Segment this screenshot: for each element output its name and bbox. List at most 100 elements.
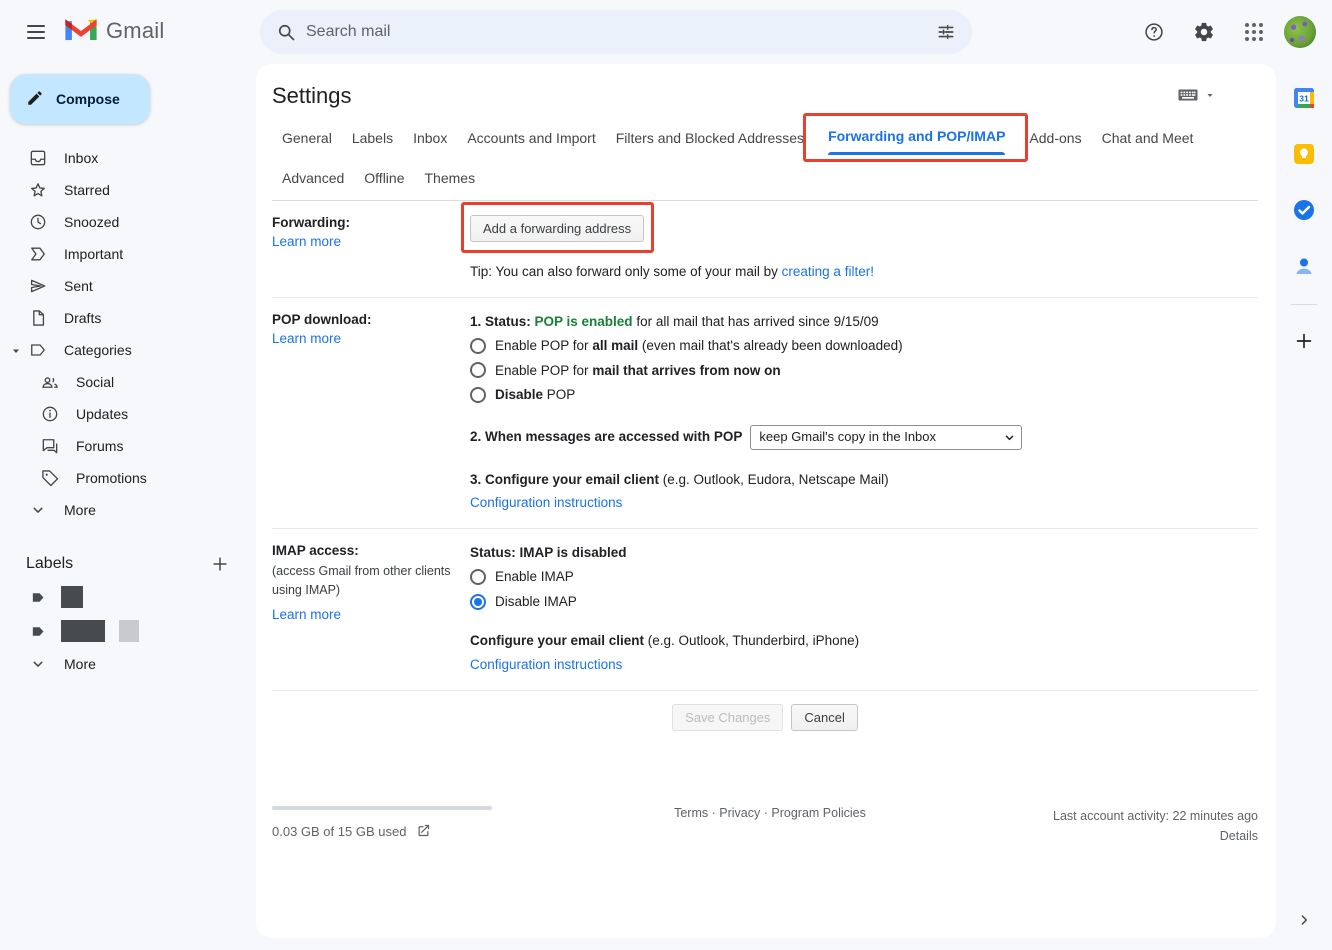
- tab-chat-and-meet[interactable]: Chat and Meet: [1092, 124, 1204, 152]
- radio-button-unselected[interactable]: [470, 338, 486, 354]
- storage-meter: [272, 806, 492, 810]
- sidebar-item-updates[interactable]: Updates: [0, 398, 256, 430]
- cancel-button[interactable]: Cancel: [791, 704, 857, 731]
- tab-offline[interactable]: Offline: [354, 164, 414, 192]
- tab-general[interactable]: General: [272, 124, 342, 152]
- radio-button-selected[interactable]: [470, 594, 486, 610]
- radio-disable-pop[interactable]: Disable POP: [470, 385, 1258, 405]
- redacted-label-name: [61, 586, 83, 608]
- pop-when-accessed-row: 2. When messages are accessed with POPke…: [470, 425, 1258, 450]
- compose-button[interactable]: Compose: [10, 74, 150, 124]
- active-tab-underline: [828, 152, 1005, 155]
- pop-learn-more-link[interactable]: Learn more: [272, 331, 341, 346]
- forwarding-learn-more-link[interactable]: Learn more: [272, 234, 341, 249]
- google-tasks-icon: [1292, 198, 1316, 225]
- get-add-ons-button[interactable]: [1283, 321, 1325, 363]
- sidebar-item-sent[interactable]: Sent: [0, 270, 256, 302]
- keep-panel-button[interactable]: [1283, 134, 1325, 176]
- save-changes-button[interactable]: Save Changes: [672, 704, 783, 731]
- sidebar-item-starred[interactable]: Starred: [0, 174, 256, 206]
- star-icon: [28, 180, 48, 200]
- sidebar-item-promotions[interactable]: Promotions: [0, 462, 256, 494]
- account-avatar[interactable]: [1284, 16, 1316, 48]
- tab-filters-and-blocked-addresses[interactable]: Filters and Blocked Addresses: [606, 124, 814, 152]
- hamburger-icon: [27, 25, 45, 27]
- imap-configuration-instructions-link[interactable]: Configuration instructions: [470, 655, 622, 675]
- top-actions: [1134, 12, 1316, 52]
- add-forwarding-address-button[interactable]: Add a forwarding address: [470, 215, 644, 242]
- label-item-redacted-2[interactable]: [0, 614, 256, 648]
- imap-learn-more-link[interactable]: Learn more: [272, 607, 341, 622]
- pop-action-select[interactable]: keep Gmail's copy in the Inbox: [750, 425, 1022, 450]
- show-side-panel-button[interactable]: [1289, 906, 1319, 936]
- sidebar-item-forums[interactable]: Forums: [0, 430, 256, 462]
- radio-button-unselected[interactable]: [470, 362, 486, 378]
- open-in-new-icon[interactable]: [416, 823, 431, 841]
- label-tag-icon: [30, 589, 47, 606]
- program-policies-link[interactable]: Program Policies: [771, 806, 865, 820]
- create-label-button[interactable]: [208, 552, 232, 576]
- radio-button-unselected[interactable]: [470, 387, 486, 403]
- main-menu-button[interactable]: [16, 12, 56, 52]
- settings-tabs: General Labels Inbox Accounts and Import…: [272, 118, 1258, 201]
- sidebar-item-snoozed[interactable]: Snoozed: [0, 206, 256, 238]
- sidebar-labels-more[interactable]: More: [0, 648, 256, 680]
- keyboard-icon: [1176, 83, 1200, 110]
- storage-usage-text: 0.03 GB of 15 GB used: [272, 824, 406, 839]
- sidebar-item-categories[interactable]: Categories: [0, 334, 256, 366]
- imap-section-title: IMAP access:: [272, 543, 359, 558]
- tab-inbox[interactable]: Inbox: [403, 124, 457, 152]
- info-icon: [40, 404, 60, 424]
- tab-accounts-and-import[interactable]: Accounts and Import: [457, 124, 605, 152]
- inbox-icon: [28, 148, 48, 168]
- collapse-arrow-icon[interactable]: [10, 344, 22, 356]
- creating-a-filter-link[interactable]: creating a filter!: [782, 262, 874, 282]
- sidebar-item-more[interactable]: More: [0, 494, 256, 526]
- sidebar-item-drafts[interactable]: Drafts: [0, 302, 256, 334]
- tab-themes[interactable]: Themes: [415, 164, 486, 192]
- privacy-link[interactable]: Privacy: [719, 806, 760, 820]
- search-button[interactable]: [266, 12, 306, 52]
- activity-details-link[interactable]: Details: [1008, 826, 1258, 846]
- sidebar-item-label: Updates: [76, 406, 128, 422]
- sidebar-item-label: Drafts: [64, 310, 101, 326]
- sidebar-item-social[interactable]: Social: [0, 366, 256, 398]
- search-input[interactable]: [306, 23, 926, 41]
- tab-forwarding-and-pop-imap[interactable]: Forwarding and POP/IMAP: [816, 122, 1017, 155]
- radio-enable-imap[interactable]: Enable IMAP: [470, 567, 1258, 587]
- tab-advanced[interactable]: Advanced: [272, 164, 354, 192]
- calendar-panel-button[interactable]: 31: [1283, 78, 1325, 120]
- contacts-panel-button[interactable]: [1283, 246, 1325, 288]
- terms-link[interactable]: Terms: [674, 806, 708, 820]
- support-button[interactable]: [1134, 12, 1174, 52]
- imap-status-line: Status: IMAP is disabled: [470, 545, 627, 560]
- settings-button[interactable]: [1184, 12, 1224, 52]
- gmail-m-icon: [64, 16, 98, 45]
- tasks-panel-button[interactable]: [1283, 190, 1325, 232]
- label-item-redacted-1[interactable]: [0, 580, 256, 614]
- input-tools-selector[interactable]: [1176, 83, 1216, 110]
- tab-add-ons[interactable]: Add-ons: [1019, 124, 1091, 152]
- radio-disable-imap[interactable]: Disable IMAP: [470, 592, 1258, 612]
- pop-configuration-instructions-link[interactable]: Configuration instructions: [470, 493, 622, 513]
- pop-section-title: POP download:: [272, 312, 372, 327]
- top-bar: Gmail: [0, 0, 1332, 64]
- gmail-logo[interactable]: Gmail: [64, 16, 164, 45]
- sidebar-item-important[interactable]: Important: [0, 238, 256, 270]
- tab-labels[interactable]: Labels: [342, 124, 403, 152]
- labels-header: Labels: [0, 548, 256, 580]
- chevron-right-icon: [1296, 912, 1312, 931]
- sidebar-item-inbox[interactable]: Inbox: [0, 142, 256, 174]
- radio-button-unselected[interactable]: [470, 569, 486, 585]
- pop-status-line: 1. Status: POP is enabled for all mail t…: [470, 312, 1258, 332]
- search-bar[interactable]: [260, 10, 972, 54]
- apps-grid-icon: [1245, 23, 1263, 41]
- radio-enable-pop-all-mail[interactable]: Enable POP for all mail (even mail that'…: [470, 336, 1258, 356]
- pop-status-value: POP is enabled: [535, 314, 633, 329]
- compose-label: Compose: [56, 91, 120, 107]
- gear-icon: [1193, 21, 1215, 43]
- radio-enable-pop-from-now-on[interactable]: Enable POP for mail that arrives from no…: [470, 361, 1258, 381]
- settings-footer: 0.03 GB of 15 GB used Terms · Privacy · …: [272, 806, 1258, 846]
- google-apps-button[interactable]: [1234, 12, 1274, 52]
- search-options-button[interactable]: [926, 12, 966, 52]
